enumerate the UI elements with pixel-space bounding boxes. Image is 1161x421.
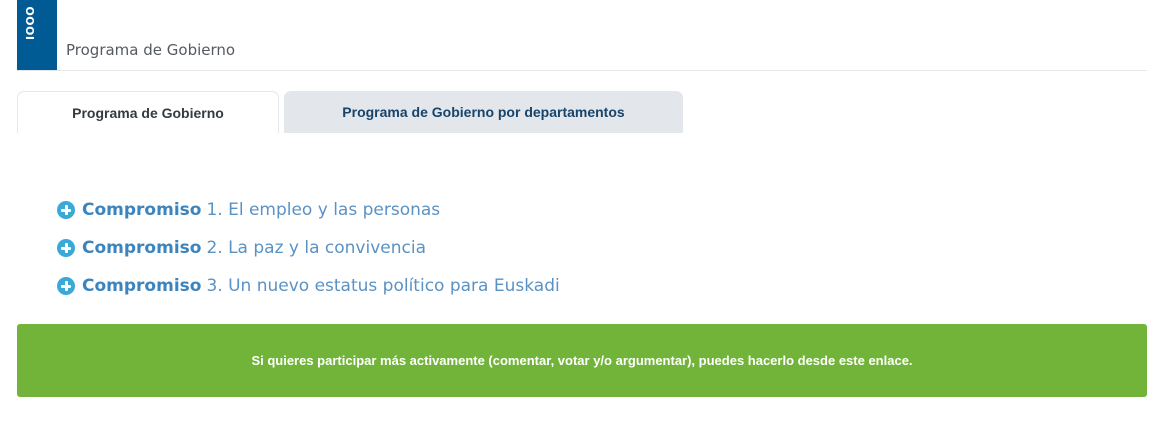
brand-logo-text: IOOO <box>24 5 37 40</box>
participation-banner-text[interactable]: Si quieres participar más activamente (c… <box>251 353 912 368</box>
plus-circle-icon[interactable] <box>57 239 75 257</box>
page-header: IOOO Programa de Gobierno <box>17 0 1147 71</box>
plus-circle-icon[interactable] <box>57 277 75 295</box>
participation-banner-link[interactable]: Si quieres participar más activamente (c… <box>17 324 1147 397</box>
commitment-prefix[interactable]: Compromiso <box>82 238 201 258</box>
commitment-prefix[interactable]: Compromiso <box>82 200 201 220</box>
page-title: Programa de Gobierno <box>66 41 236 59</box>
commitment-list: Compromiso 1. El empleo y las personas C… <box>57 191 560 305</box>
commitment-item-1[interactable]: Compromiso 1. El empleo y las personas <box>57 191 560 229</box>
commitment-title[interactable]: 2. La paz y la convivencia <box>206 238 426 258</box>
commitment-item-3[interactable]: Compromiso 3. Un nuevo estatus político … <box>57 267 560 305</box>
commitment-title[interactable]: 1. El empleo y las personas <box>206 200 440 220</box>
plus-circle-icon[interactable] <box>57 201 75 219</box>
brand-logo: IOOO <box>17 0 57 70</box>
commitment-title[interactable]: 3. Un nuevo estatus político para Euskad… <box>206 276 559 296</box>
tab-bar: Programa de Gobierno Programa de Gobiern… <box>17 91 1147 133</box>
tab-programa-por-departamentos[interactable]: Programa de Gobierno por departamentos <box>284 91 683 133</box>
page: IOOO Programa de Gobierno Programa de Go… <box>0 0 1161 421</box>
commitment-item-2[interactable]: Compromiso 2. La paz y la convivencia <box>57 229 560 267</box>
commitment-prefix[interactable]: Compromiso <box>82 276 201 296</box>
tab-programa-de-gobierno[interactable]: Programa de Gobierno <box>17 91 279 133</box>
